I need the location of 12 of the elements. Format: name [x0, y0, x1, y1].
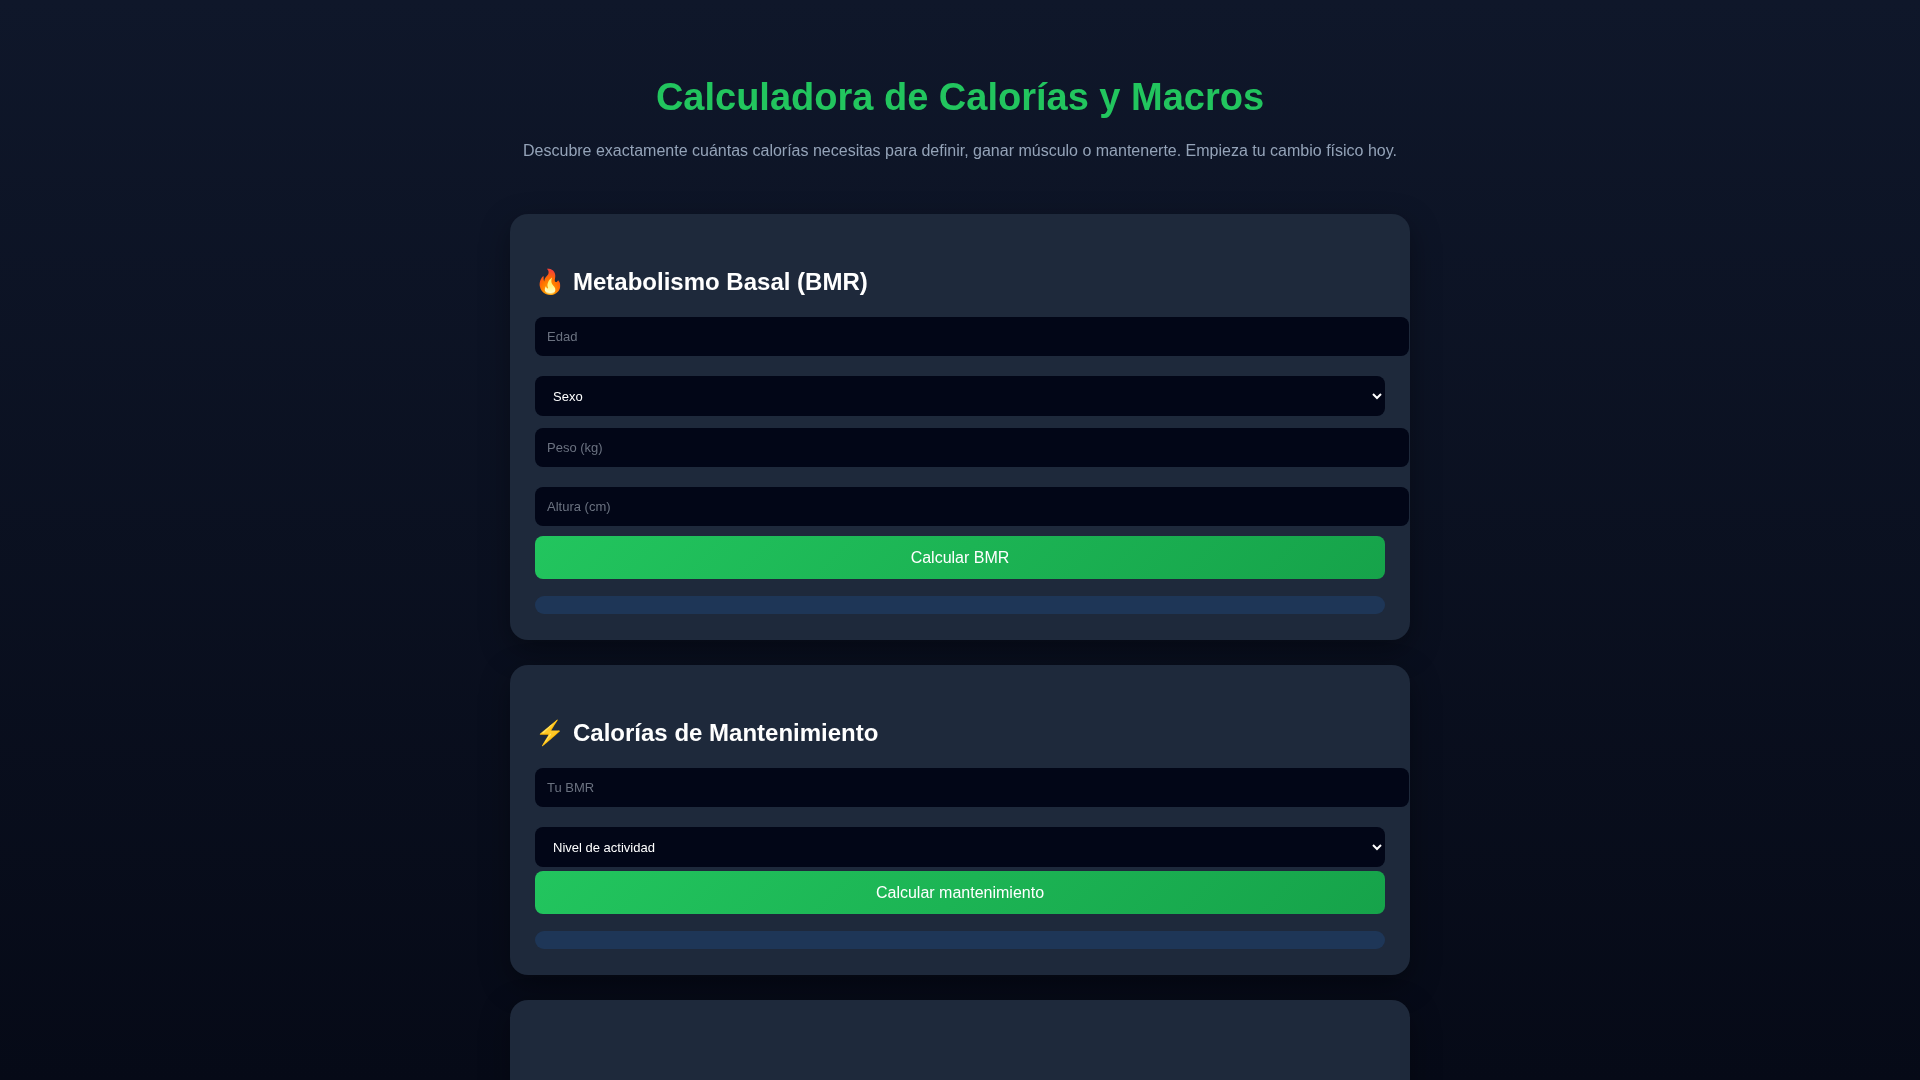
card-title: Metabolismo Basal (BMR): [573, 267, 868, 297]
card-icon: 🔥: [535, 267, 565, 297]
input-field[interactable]: Tu BMR: [535, 768, 1409, 807]
input-field[interactable]: Altura (cm): [535, 487, 1409, 526]
card-icon: ⚡: [535, 718, 565, 748]
input-field[interactable]: Peso (kg): [535, 428, 1409, 467]
page-title: Calculadora de Calorías y Macros: [654, 75, 1266, 120]
select-field[interactable]: Sexo: [535, 376, 1385, 416]
page-subtitle: Descubre exactamente cuántas calorías necesitas para definir, ganar músculo o mantenerte. Empieza tu cambio físico hoy.: [522, 141, 1398, 161]
select-field[interactable]: Nivel de actividad: [535, 827, 1385, 867]
input-field[interactable]: Edad: [535, 317, 1409, 356]
card-title: Calorías de Mantenimiento: [573, 718, 879, 748]
